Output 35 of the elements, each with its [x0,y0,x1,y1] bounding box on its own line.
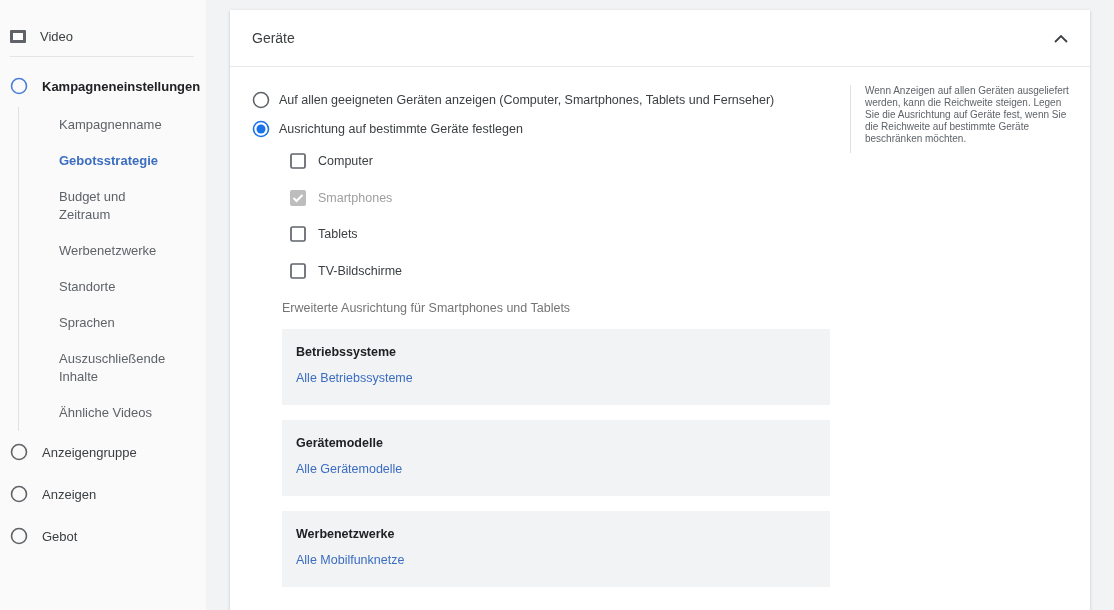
step-label[interactable]: Video [40,28,73,44]
sub-step-link[interactable]: Kampagnenname [59,107,189,143]
video-icon [10,29,26,43]
checkbox-label: Computer [318,154,373,169]
sub-step-link[interactable]: Werbenetzwerke [59,233,189,269]
panel-link[interactable]: Alle Gerätemodelle [296,462,403,476]
sub-step-link[interactable]: Auszuschließende Inhalte [59,341,189,395]
card-title: Geräte [252,30,295,46]
sub-step-link[interactable]: Gebotsstrategie [59,143,189,179]
radio-button[interactable] [252,119,270,138]
step-label[interactable]: Anzeigengruppe [42,444,137,460]
radio-label: Auf allen geeigneten Geräten anzeigen (Computer, Smartphones, Tablets und Fernseher) [279,92,775,107]
step-label[interactable]: Kampagneneinstellungen [42,78,201,94]
section-subtitle: Erweiterte Ausrichtung für Smartphones und Tablets [282,301,572,315]
checkbox-label: Tablets [318,227,358,242]
sub-step-link[interactable]: Budget und Zeitraum [59,179,189,233]
checkbox-label: Smartphones [318,190,393,205]
panel-link[interactable]: Alle Mobilfunknetze [296,553,405,567]
panel-title: Werbenetzwerke [296,527,396,541]
step-label[interactable]: Anzeigen [42,486,97,502]
checkbox[interactable] [290,226,306,243]
checkbox-label: TV-Bildschirme [318,263,403,278]
panel-title: Gerätemodelle [296,436,384,450]
sub-step-link[interactable]: Standorte [59,269,189,305]
help-text: Wenn Anzeigen auf allen Geräten ausgeliefert werden, kann die Reichweite steigen. Legen Sie die Ausrichtung auf Geräte fest, wenn Sie die Reichweite auf bestimmte Geräte beschränken möchten. [850,85,1075,153]
sub-step-link[interactable]: Ähnliche Videos [59,395,189,431]
checkbox[interactable] [290,153,306,170]
panel-title: Betriebssysteme [296,345,398,359]
chevron-up-icon[interactable] [1054,33,1068,43]
sub-step-link[interactable]: Sprachen [59,305,189,341]
radio-button[interactable] [252,90,270,109]
step-label[interactable]: Gebot [42,528,78,544]
panel-link[interactable]: Alle Betriebssysteme [296,371,413,385]
checkbox[interactable] [290,262,306,279]
radio-label: Ausrichtung auf bestimmte Geräte festlegen [279,121,523,136]
